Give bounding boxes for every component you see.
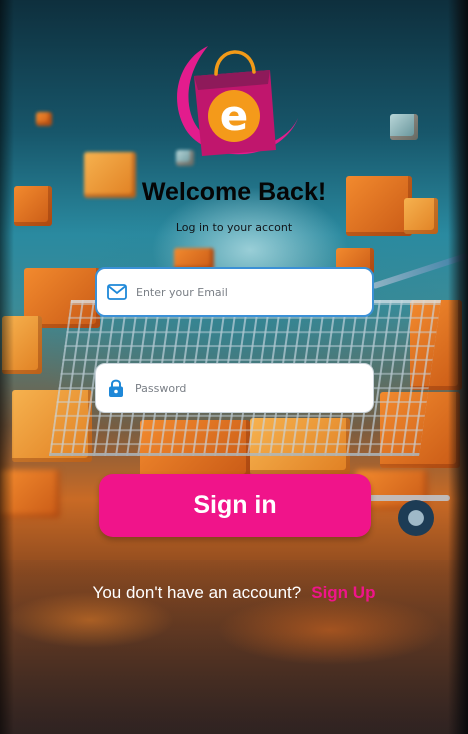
lock-icon bbox=[105, 377, 127, 399]
logo-letter: e bbox=[220, 91, 249, 140]
edge-shadow-left bbox=[0, 0, 14, 734]
email-input[interactable] bbox=[136, 285, 356, 299]
edge-shadow-right bbox=[448, 0, 468, 734]
sign-in-button[interactable]: Sign in bbox=[99, 474, 371, 537]
signup-prompt-text: You don't have an account? bbox=[92, 583, 302, 602]
sign-up-link[interactable]: Sign Up bbox=[311, 583, 375, 602]
page-title: Welcome Back! bbox=[141, 178, 327, 206]
page-subtitle: Log in to your accont bbox=[175, 221, 293, 234]
mail-icon bbox=[106, 281, 128, 303]
background-box bbox=[390, 114, 418, 140]
login-screen: e Welcome Back! Log in to your accont Si… bbox=[0, 0, 468, 734]
signup-prompt-row: You don't have an account? Sign Up bbox=[0, 583, 468, 603]
background-box bbox=[36, 112, 52, 126]
password-input[interactable] bbox=[135, 381, 355, 395]
shopping-bag-logo-icon: e bbox=[177, 46, 298, 156]
cart-wheel bbox=[398, 500, 434, 536]
password-field[interactable] bbox=[95, 363, 374, 413]
app-logo: e bbox=[168, 40, 300, 164]
email-field[interactable] bbox=[95, 267, 374, 317]
